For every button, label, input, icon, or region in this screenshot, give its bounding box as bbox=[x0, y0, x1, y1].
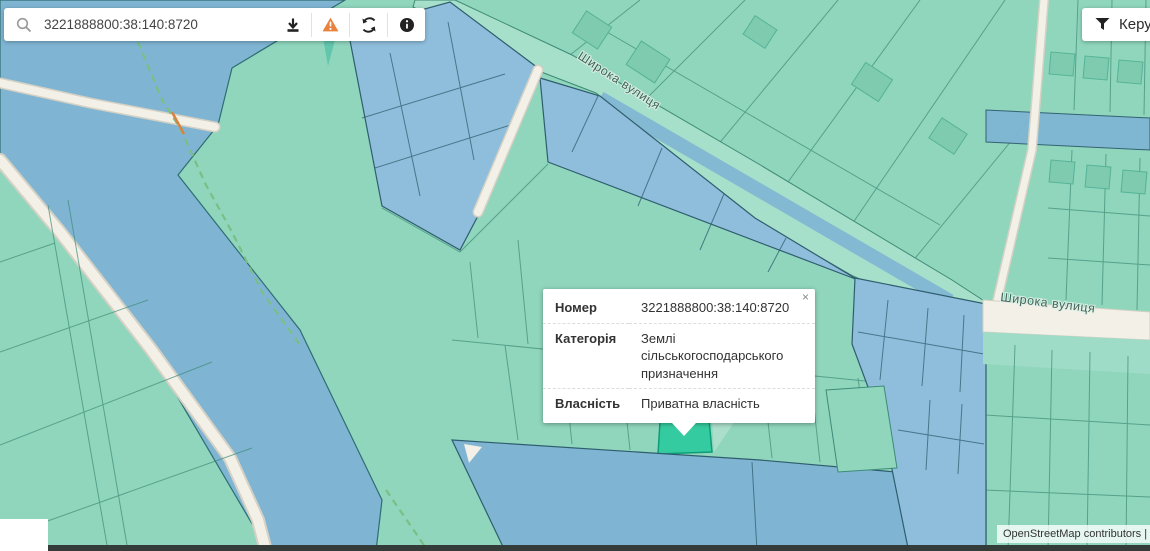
popup-row-category: Категорія Землі сільськогосподарського п… bbox=[543, 323, 815, 389]
popup-value-ownership: Приватна власність bbox=[629, 389, 815, 419]
popup-value-number: 3221888800:38:140:8720 bbox=[629, 293, 815, 323]
map-canvas[interactable]: Широка вулиця Широка вулиця bbox=[0, 0, 1150, 551]
popup-close-button[interactable]: × bbox=[802, 290, 809, 304]
manage-layers-button[interactable]: Керув bbox=[1082, 8, 1150, 41]
corner-white-box bbox=[0, 519, 48, 551]
search-input[interactable] bbox=[42, 16, 274, 33]
search-icon bbox=[16, 17, 32, 33]
popup-label-ownership: Власність bbox=[543, 389, 629, 419]
popup-row-number: Номер 3221888800:38:140:8720 bbox=[543, 293, 815, 323]
popup-value-category: Землі сільськогосподарського призначення bbox=[629, 323, 815, 389]
map-attribution[interactable]: OpenStreetMap contributors | bbox=[997, 525, 1150, 543]
parcel-info-popup: × Номер 3221888800:38:140:8720 Категорія… bbox=[543, 289, 815, 423]
warning-icon bbox=[322, 17, 339, 32]
popup-label-category: Категорія bbox=[543, 323, 629, 389]
map-bottom-strip bbox=[0, 545, 1150, 551]
download-button[interactable] bbox=[274, 13, 311, 37]
search-bar bbox=[4, 8, 425, 41]
refresh-icon bbox=[361, 17, 377, 33]
info-button[interactable] bbox=[387, 13, 425, 37]
info-icon bbox=[399, 17, 415, 33]
filter-funnel-icon bbox=[1095, 18, 1110, 31]
popup-tail bbox=[672, 423, 696, 436]
popup-row-ownership: Власність Приватна власність bbox=[543, 389, 815, 419]
popup-label-number: Номер bbox=[543, 293, 629, 323]
warning-button[interactable] bbox=[311, 13, 349, 37]
download-icon bbox=[285, 17, 301, 33]
manage-button-label: Керув bbox=[1119, 16, 1150, 33]
refresh-button[interactable] bbox=[349, 13, 387, 37]
